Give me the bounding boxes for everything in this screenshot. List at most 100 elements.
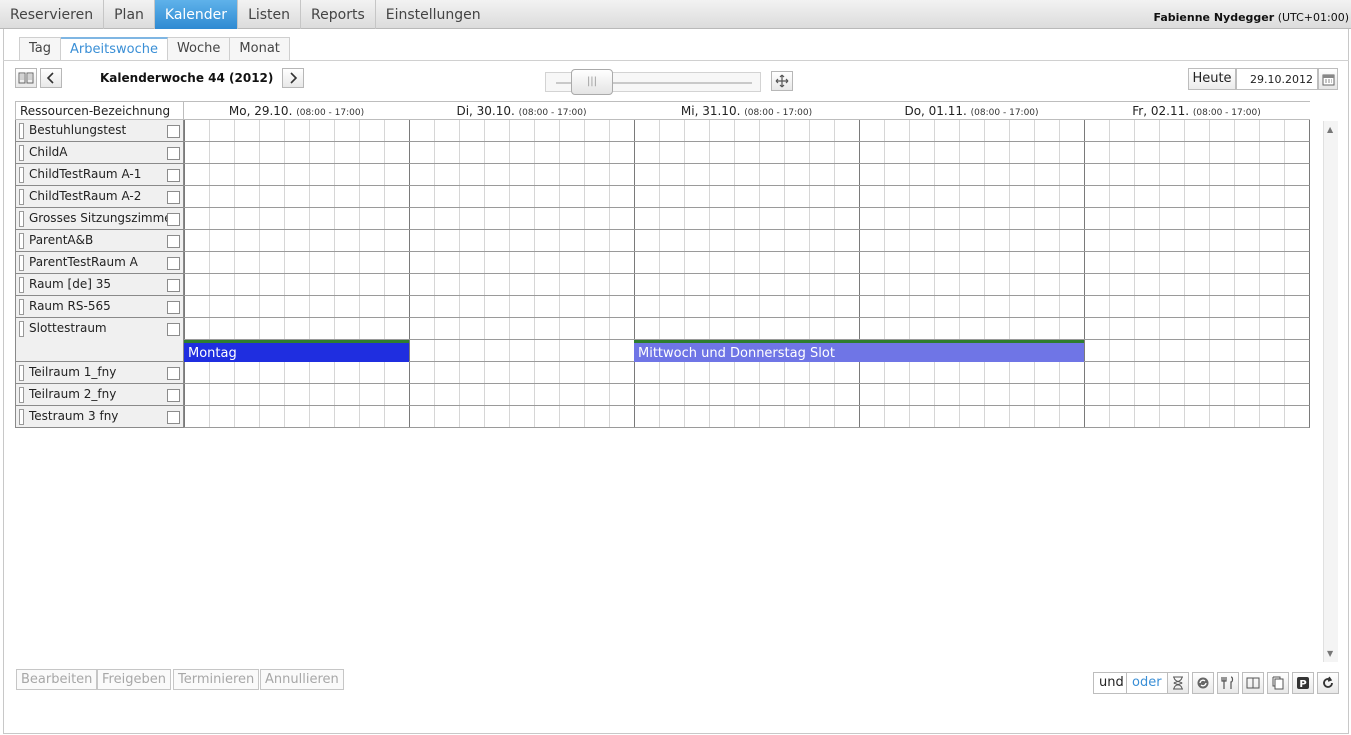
calendar-icon[interactable] <box>1318 68 1338 90</box>
day-label: Mi, 31.10. <box>680 104 741 118</box>
resource-name[interactable]: ParentA&B <box>29 233 93 247</box>
time-slot-row[interactable] <box>184 318 1310 340</box>
time-slot-row[interactable] <box>184 406 1310 428</box>
zoom-slider[interactable]: ||| <box>545 69 761 95</box>
resource-name[interactable]: ChildTestRaum A-2 <box>29 189 141 203</box>
day-label: Di, 30.10. <box>456 104 515 118</box>
resource-checkbox[interactable] <box>167 169 180 182</box>
vertical-scrollbar[interactable]: ▲ ▼ <box>1323 121 1338 662</box>
layout-icon[interactable] <box>1242 672 1264 694</box>
resource-checkbox[interactable] <box>167 213 180 226</box>
release-button[interactable]: Freigeben <box>97 669 171 690</box>
resource-name[interactable]: Raum RS-565 <box>29 299 111 313</box>
cancel-button[interactable]: Annullieren <box>260 669 344 690</box>
resource-cell: ParentA&B <box>15 230 184 252</box>
date-field[interactable] <box>1236 68 1318 90</box>
tab-arbeitswoche[interactable]: Arbeitswoche <box>61 37 168 61</box>
main-nav: Reservieren Plan Kalender Listen Reports… <box>0 0 491 29</box>
tab-woche[interactable]: Woche <box>167 37 231 61</box>
nav-kalender[interactable]: Kalender <box>154 0 239 29</box>
resource-cell: Raum RS-565 <box>15 296 184 318</box>
scroll-down-icon[interactable]: ▼ <box>1327 649 1333 658</box>
scroll-up-icon[interactable]: ▲ <box>1327 125 1333 134</box>
nav-reports[interactable]: Reports <box>301 0 376 29</box>
resource-checkbox[interactable] <box>167 301 180 314</box>
resource-name[interactable]: Raum [de] 35 <box>29 277 111 291</box>
resource-name[interactable]: Teilraum 2_fny <box>29 387 116 401</box>
time-slot-row[interactable] <box>184 296 1310 318</box>
nav-einstellungen[interactable]: Einstellungen <box>376 0 491 29</box>
time-slot-row[interactable] <box>184 362 1310 384</box>
time-slot-row[interactable] <box>184 274 1310 296</box>
tab-monat[interactable]: Monat <box>230 37 290 61</box>
time-slot-row[interactable] <box>184 252 1310 274</box>
today-button[interactable]: Heute <box>1188 68 1236 90</box>
copy-icon[interactable] <box>1267 672 1289 694</box>
resource-cell: Bestuhlungstest <box>15 120 184 142</box>
resource-name[interactable]: ParentTestRaum A <box>29 255 138 269</box>
chevron-right-icon[interactable] <box>282 68 304 88</box>
resource-row: Bestuhlungstest <box>15 120 1310 142</box>
resource-name[interactable]: Slottestraum <box>29 321 107 335</box>
resource-checkbox[interactable] <box>167 147 180 160</box>
resource-name[interactable]: ChildTestRaum A-1 <box>29 167 141 181</box>
resource-row: Raum [de] 35 <box>15 274 1310 296</box>
move-icon[interactable] <box>771 71 793 91</box>
resource-checkbox[interactable] <box>167 191 180 204</box>
utensils-icon[interactable] <box>1217 672 1239 694</box>
nav-plan[interactable]: Plan <box>104 0 155 29</box>
resource-name[interactable]: Testraum 3 fny <box>29 409 118 423</box>
resource-name[interactable]: ChildA <box>29 145 67 159</box>
edit-button[interactable]: Bearbeiten <box>16 669 98 690</box>
time-slot-row[interactable] <box>184 230 1310 252</box>
time-slot-row[interactable] <box>184 186 1310 208</box>
filter-or-button[interactable]: oder <box>1126 672 1168 694</box>
resource-checkbox[interactable] <box>167 323 180 336</box>
chevron-left-icon[interactable] <box>40 68 62 88</box>
resource-checkbox[interactable] <box>167 411 180 424</box>
day-header-tue: Di, 30.10. (08:00 - 17:00) <box>409 102 634 120</box>
booking-block[interactable]: Montag <box>184 340 409 362</box>
time-slot-row[interactable] <box>184 120 1310 142</box>
resource-checkbox[interactable] <box>167 389 180 402</box>
day-hours: (08:00 - 17:00) <box>1192 108 1261 118</box>
resource-row: Teilraum 1_fny <box>15 362 1310 384</box>
day-hours: (08:00 - 17:00) <box>518 108 587 118</box>
time-slot-row[interactable] <box>184 208 1310 230</box>
resource-cell: Testraum 3 fny <box>15 406 184 428</box>
schedule-button[interactable]: Terminieren <box>173 669 260 690</box>
time-slot-row[interactable] <box>184 142 1310 164</box>
book-icon[interactable] <box>15 68 37 88</box>
tab-tag[interactable]: Tag <box>19 37 62 61</box>
day-label: Do, 01.11. <box>904 104 967 118</box>
resource-checkbox[interactable] <box>167 367 180 380</box>
nav-reservieren[interactable]: Reservieren <box>0 0 105 29</box>
view-tabs: Tag Arbeitswoche Woche Monat <box>19 37 290 61</box>
resource-name[interactable]: Bestuhlungstest <box>29 123 126 137</box>
zoom-thumb[interactable]: ||| <box>571 69 613 95</box>
day-hours: (08:00 - 17:00) <box>744 108 813 118</box>
filter-and-button[interactable]: und <box>1093 672 1130 694</box>
resource-color-swatch <box>19 189 24 205</box>
resource-checkbox[interactable] <box>167 279 180 292</box>
hourglass-icon[interactable] <box>1167 672 1189 694</box>
resource-checkbox[interactable] <box>167 125 180 138</box>
resource-checkbox[interactable] <box>167 235 180 248</box>
time-slot-row[interactable] <box>184 164 1310 186</box>
resource-cell: ParentTestRaum A <box>15 252 184 274</box>
booking-block[interactable]: Mittwoch und Donnerstag Slot <box>634 340 1084 362</box>
resource-row: ParentA&B <box>15 230 1310 252</box>
time-slot-row[interactable] <box>184 384 1310 406</box>
resource-checkbox[interactable] <box>167 257 180 270</box>
resource-column-header: Ressourcen-Bezeichnung <box>15 102 184 120</box>
resource-color-swatch <box>19 167 24 183</box>
resource-name[interactable]: Teilraum 1_fny <box>29 365 116 379</box>
nav-listen[interactable]: Listen <box>238 0 302 29</box>
sync-icon[interactable] <box>1192 672 1214 694</box>
resource-name[interactable]: Grosses Sitzungszimmer <box>29 211 177 225</box>
resource-color-swatch <box>19 255 24 271</box>
day-hours: (08:00 - 17:00) <box>296 108 365 118</box>
resource-color-swatch <box>19 145 24 161</box>
refresh-icon[interactable] <box>1317 672 1339 694</box>
parking-icon[interactable]: P <box>1292 672 1314 694</box>
